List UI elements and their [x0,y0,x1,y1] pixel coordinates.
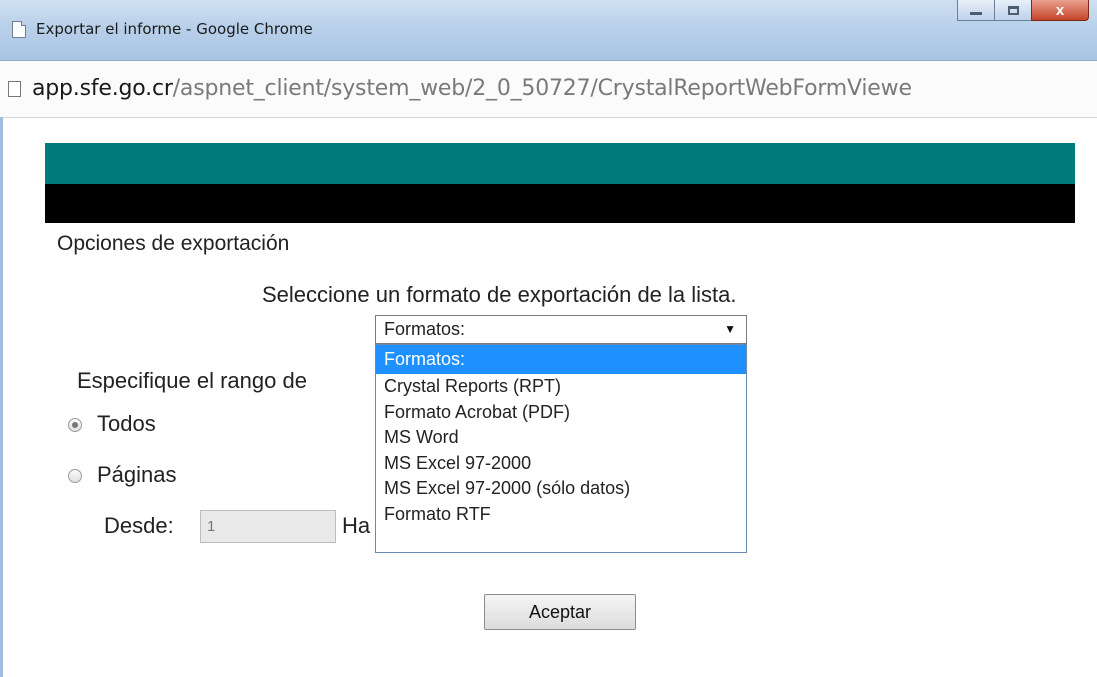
format-select-value: Formatos: [384,319,466,339]
export-options-title: Opciones de exportación [57,232,290,255]
close-button[interactable]: x [1031,0,1089,21]
maximize-icon [1007,5,1019,15]
header-band-teal [45,143,1075,184]
format-option-formatos[interactable]: Formatos: [376,345,746,374]
window-controls: x [957,0,1089,22]
window-left-border [0,117,3,677]
chevron-down-icon: ▼ [724,322,736,336]
minimize-icon [970,12,982,15]
url-path: /aspnet_client/system_web/2_0_50727/Crys… [172,76,912,101]
format-option-rtf[interactable]: Formato RTF [376,502,746,528]
window-title: Exportar el informe - Google Chrome [36,20,313,38]
address-bar[interactable]: app.sfe.go.cr/aspnet_client/system_web/2… [0,61,1097,118]
format-option-excel[interactable]: MS Excel 97-2000 [376,451,746,477]
radio-all-pages-label: Todos [97,411,156,436]
header-band-black [45,184,1075,223]
radio-page-range[interactable] [68,469,82,483]
page-icon [12,21,26,38]
radio-page-range-label: Páginas [97,462,177,487]
radio-all-pages[interactable] [68,418,82,432]
format-dropdown-list: Formatos: Crystal Reports (RPT) Formato … [375,344,747,553]
to-label: Ha [342,513,371,538]
format-select[interactable]: Formatos: ▼ [375,315,747,344]
accept-button[interactable]: Aceptar [484,594,636,630]
format-option-excel-data-only[interactable]: MS Excel 97-2000 (sólo datos) [376,476,746,502]
from-page-input[interactable]: 1 [200,510,336,543]
page-icon [8,81,21,97]
format-option-word[interactable]: MS Word [376,425,746,451]
format-select-prompt: Seleccione un formato de exportación de … [262,282,737,307]
page-range-label: Especifique el rango de [77,368,307,393]
from-label: Desde: [104,513,174,538]
format-option-rpt[interactable]: Crystal Reports (RPT) [376,374,746,400]
maximize-button[interactable] [994,0,1032,21]
format-option-pdf[interactable]: Formato Acrobat (PDF) [376,400,746,426]
minimize-button[interactable] [957,0,995,21]
close-icon: x [1055,1,1065,19]
url-host: app.sfe.go.cr [32,76,173,101]
url-text[interactable]: app.sfe.go.cr/aspnet_client/system_web/2… [32,76,912,101]
window-titlebar: Exportar el informe - Google Chrome x [0,0,1097,61]
